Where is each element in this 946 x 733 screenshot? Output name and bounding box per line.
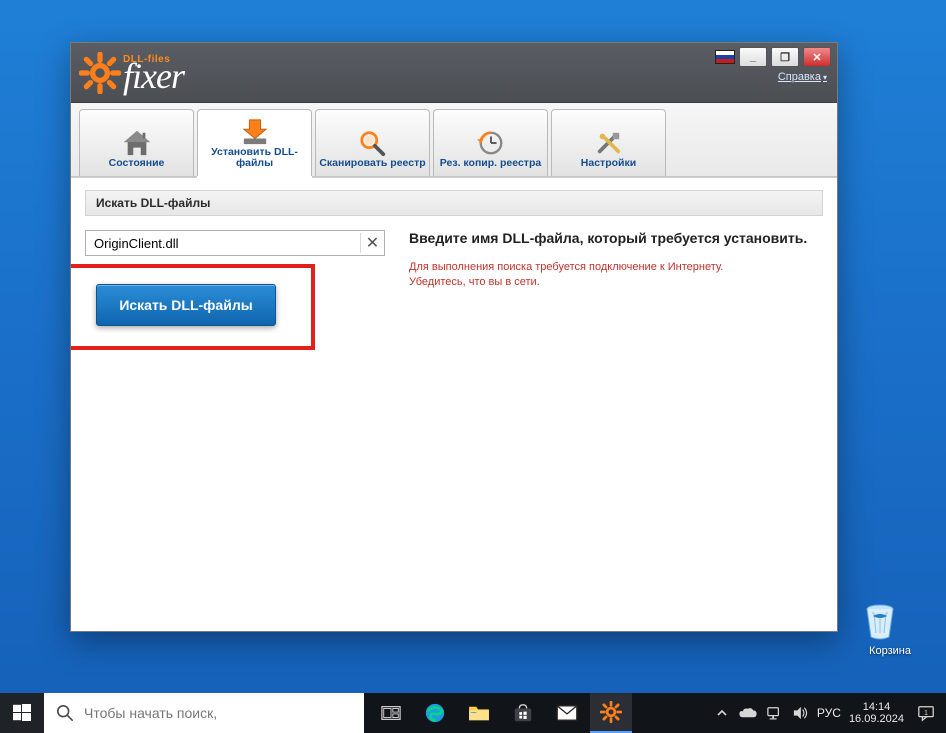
flag-icon[interactable] — [715, 50, 735, 64]
section-title: Искать DLL-файлы — [85, 190, 823, 216]
notification-icon: 1 — [917, 704, 935, 722]
clock-date: 16.09.2024 — [849, 713, 904, 725]
onedrive-icon[interactable] — [739, 704, 757, 722]
desktop: DLL-files fixer Справка▾ _ ❐ ✕ — [0, 0, 946, 733]
taskbar-search[interactable]: Чтобы начать поиск, — [44, 693, 364, 733]
home-icon — [122, 128, 152, 158]
chevron-down-icon: ▾ — [823, 73, 827, 82]
download-icon — [240, 117, 270, 147]
tab-backup-registry[interactable]: Рез. копир. реестра — [433, 109, 548, 176]
close-button[interactable]: ✕ — [803, 47, 831, 67]
clock-time: 14:14 — [849, 701, 904, 713]
svg-text:1: 1 — [924, 708, 928, 717]
tray-overflow-button[interactable] — [713, 704, 731, 722]
gear-icon — [79, 52, 121, 94]
language-indicator[interactable]: РУС — [817, 706, 841, 720]
help-label: Справка — [778, 71, 821, 83]
instructions-line: Для выполнения поиска требуется подключе… — [409, 260, 823, 275]
task-app-mail[interactable] — [546, 693, 588, 733]
recycle-bin[interactable]: Корзина — [858, 599, 922, 657]
taskbar-clock[interactable]: 14:14 16.09.2024 — [849, 701, 904, 725]
recycle-bin-icon — [858, 599, 922, 643]
brand-sub: DLL-files — [123, 56, 184, 64]
window-controls: _ ❐ ✕ — [715, 47, 831, 67]
volume-icon[interactable] — [791, 704, 809, 722]
tab-label: Рез. копир. реестра — [440, 158, 541, 170]
help-link[interactable]: Справка▾ — [778, 71, 827, 83]
taskbar: Чтобы начать поиск, — [0, 693, 946, 733]
gear-icon — [600, 701, 622, 723]
task-app-dllfixer[interactable] — [590, 693, 632, 733]
folder-icon — [468, 704, 490, 722]
edge-icon — [424, 702, 446, 724]
app-brand: DLL-files fixer — [79, 52, 184, 94]
search-column: ✕ Искать DLL-файлы — [85, 230, 385, 350]
instructions-line: Убедитесь, что вы в сети. — [409, 275, 823, 290]
system-tray: РУС 14:14 16.09.2024 1 — [713, 693, 946, 733]
network-icon[interactable] — [765, 704, 783, 722]
task-app-store[interactable] — [502, 693, 544, 733]
highlight-annotation: Искать DLL-файлы — [71, 264, 315, 350]
instructions-column: Введите имя DLL-файла, который требуется… — [409, 230, 823, 350]
search-input[interactable] — [86, 231, 360, 255]
tab-label: Настройки — [581, 158, 636, 170]
tab-settings[interactable]: Настройки — [551, 109, 666, 176]
tab-bar: Состояние Установить DLL-файлы — [71, 103, 837, 177]
tab-label: Сканировать реестр — [319, 158, 425, 170]
tab-label: Установить DLL-файлы — [200, 147, 309, 170]
start-button[interactable] — [0, 693, 44, 733]
tab-install-dll[interactable]: Установить DLL-файлы — [197, 109, 312, 176]
brand-name: fixer — [123, 62, 184, 91]
content-row: ✕ Искать DLL-файлы Введите имя DLL-файла… — [85, 230, 823, 350]
search-button[interactable]: Искать DLL-файлы — [96, 284, 275, 326]
tab-status[interactable]: Состояние — [79, 109, 194, 176]
app-window: DLL-files fixer Справка▾ _ ❐ ✕ — [70, 42, 838, 632]
task-icons — [370, 693, 632, 733]
task-view-icon — [381, 705, 401, 721]
magnifier-icon — [358, 128, 388, 158]
mail-icon — [556, 705, 578, 721]
app-body: Искать DLL-файлы ✕ Искать DLL-файлы Введ… — [71, 177, 837, 631]
task-app-explorer[interactable] — [458, 693, 500, 733]
tab-label: Состояние — [109, 158, 165, 170]
instructions-title: Введите имя DLL-файла, который требуется… — [409, 230, 823, 246]
minimize-button[interactable]: _ — [739, 47, 767, 67]
search-box: ✕ — [85, 230, 385, 256]
history-icon — [476, 128, 506, 158]
search-icon — [56, 704, 74, 722]
store-icon — [512, 702, 534, 724]
tab-scan-registry[interactable]: Сканировать реестр — [315, 109, 430, 176]
recycle-bin-label: Корзина — [858, 645, 922, 657]
task-app-edge[interactable] — [414, 693, 456, 733]
tools-icon — [594, 128, 624, 158]
action-center-button[interactable]: 1 — [912, 693, 940, 733]
windows-icon — [13, 704, 31, 722]
maximize-button[interactable]: ❐ — [771, 47, 799, 67]
app-titlebar: DLL-files fixer Справка▾ _ ❐ ✕ — [71, 43, 837, 103]
taskbar-search-placeholder: Чтобы начать поиск, — [84, 705, 217, 721]
task-view-button[interactable] — [370, 693, 412, 733]
instructions-warning: Для выполнения поиска требуется подключе… — [409, 260, 823, 290]
clear-icon[interactable]: ✕ — [360, 233, 384, 253]
